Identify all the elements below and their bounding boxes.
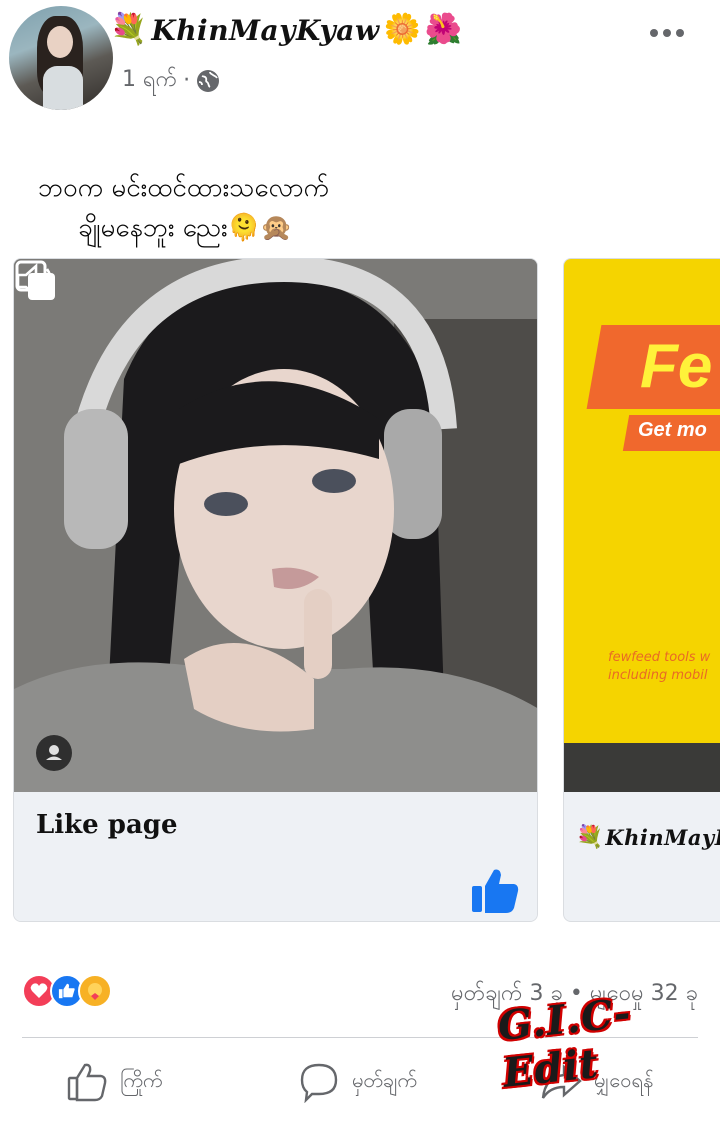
- profile-icon[interactable]: [36, 735, 72, 771]
- watermark-logo: G.I.C-Edit: [495, 989, 634, 1097]
- card2-headline: Fe: [640, 332, 713, 401]
- card2-subline: Get mo: [638, 419, 707, 441]
- post-timestamp[interactable]: 1 ရက်: [122, 64, 177, 97]
- card2-bottom-bar: [564, 743, 720, 792]
- card-title[interactable]: Like page: [36, 810, 178, 840]
- thumbs-up-icon[interactable]: [470, 866, 520, 916]
- card2-description: fewfeed tools w including mobil: [608, 649, 720, 685]
- card-media-image[interactable]: [14, 259, 537, 792]
- card2-desc-line-1: fewfeed tools w: [608, 650, 711, 665]
- more-dot: [676, 29, 684, 37]
- card2-author-name: KhinMayKy: [605, 825, 720, 850]
- caption-line-1: ဘဝက မင်းထင်ထားသလောက်: [38, 173, 329, 203]
- avatar-face: [47, 26, 73, 58]
- card-footer[interactable]: Like page: [14, 792, 537, 921]
- card2-media[interactable]: Fe Get mo fewfeed tools w including mobi…: [564, 259, 720, 792]
- author-line[interactable]: 💐 KhinMayKyaw 🌼 🌺: [110, 10, 462, 50]
- more-horizontal-icon[interactable]: [650, 26, 684, 40]
- like-button[interactable]: ကြိုက်: [66, 1060, 163, 1104]
- meta-separator: ·: [183, 68, 191, 93]
- bouquet-emoji: 💐: [110, 12, 148, 47]
- like-label: ကြိုက်: [120, 1068, 163, 1092]
- portrait-illustration: [14, 259, 537, 792]
- daisy-emoji: 🌼: [383, 12, 421, 47]
- volume-icon[interactable]: [14, 259, 58, 303]
- post-caption: ဘဝက မင်းထင်ထားသလောက် ချိုမနေဘူး ညေး🫠🙊: [30, 168, 430, 248]
- post-meta: 1 ရက် ·: [122, 64, 220, 97]
- comment-button[interactable]: မှတ်ချက်: [298, 1060, 417, 1104]
- globe-icon: [197, 69, 220, 92]
- caption-line-2: ချိုမနေဘူး ညေး🫠🙊: [78, 213, 293, 243]
- author-avatar[interactable]: [9, 6, 113, 110]
- reaction-summary[interactable]: [22, 974, 112, 1008]
- bouquet-emoji: 💐: [576, 824, 604, 850]
- card2-desc-line-2: including mobil: [608, 668, 708, 683]
- more-dot: [650, 29, 658, 37]
- comment-label: မှတ်ချက်: [352, 1068, 417, 1092]
- carousel-card-2[interactable]: Fe Get mo fewfeed tools w including mobi…: [563, 258, 720, 922]
- carousel-card-1[interactable]: Like page: [13, 258, 538, 922]
- hibiscus-emoji: 🌺: [424, 12, 463, 47]
- thumbs-up-outline-icon: [67, 1063, 107, 1102]
- care-reaction-icon: [78, 974, 112, 1008]
- card2-footer-name[interactable]: 💐 KhinMayKy: [576, 825, 720, 850]
- author-name[interactable]: KhinMayKyaw: [151, 14, 379, 47]
- comment-bubble-icon: [300, 1063, 338, 1103]
- avatar-top: [43, 66, 83, 110]
- more-dot: [663, 29, 671, 37]
